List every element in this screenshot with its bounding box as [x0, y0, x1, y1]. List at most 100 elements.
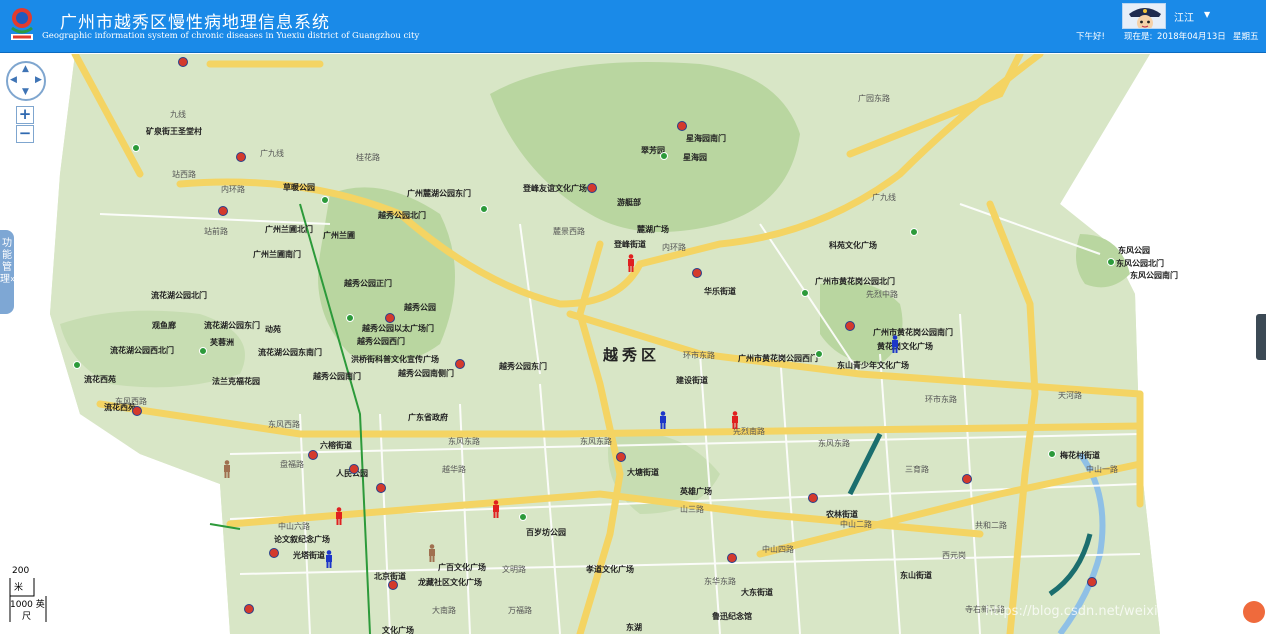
person-icon[interactable] [223, 460, 231, 478]
tree-icon[interactable] [660, 152, 668, 160]
person-icon[interactable] [731, 411, 739, 429]
road-label: 东风东路 [818, 439, 850, 448]
place-label: 越秀公园 [404, 303, 436, 312]
username[interactable]: 江江 [1174, 9, 1194, 24]
place-label: 越秀公园正门 [344, 279, 392, 288]
tree-icon[interactable] [1107, 258, 1115, 266]
person-icon[interactable] [492, 500, 500, 518]
place-label: 登峰友谊文化广场 [523, 184, 587, 193]
person-icon[interactable] [325, 550, 333, 568]
place-label: 东山街道 [900, 571, 932, 580]
police-station-icon[interactable] [808, 493, 818, 503]
place-label: 东风公园南门 [1130, 271, 1178, 280]
police-station-icon[interactable] [132, 406, 142, 416]
police-station-icon[interactable] [244, 604, 254, 614]
tree-icon[interactable] [801, 289, 809, 297]
place-label: 流花湖公园西北门 [110, 346, 174, 355]
police-station-icon[interactable] [376, 483, 386, 493]
person-icon[interactable] [627, 254, 635, 272]
road-label: 三育路 [905, 465, 929, 474]
watermark: https://blog.csdn.net/weixin_44540160 [985, 604, 1239, 619]
police-station-icon[interactable] [218, 206, 228, 216]
police-station-icon[interactable] [727, 553, 737, 563]
road-label: 站西路 [172, 170, 196, 179]
tree-icon[interactable] [910, 228, 918, 236]
scale-bar: 200 米 1000 英 尺 [8, 566, 48, 622]
tree-icon[interactable] [199, 347, 207, 355]
police-station-icon[interactable] [385, 313, 395, 323]
place-label: 东湖 [626, 623, 642, 632]
police-station-icon[interactable] [349, 464, 359, 474]
float-action-button[interactable] [1243, 601, 1265, 623]
person-icon[interactable] [428, 544, 436, 562]
person-icon[interactable] [335, 507, 343, 525]
person-icon[interactable] [891, 335, 899, 353]
place-label: 流花湖公园北门 [151, 291, 207, 300]
place-label: 东山青少年文化广场 [837, 361, 909, 370]
police-station-icon[interactable] [616, 452, 626, 462]
tree-icon[interactable] [480, 205, 488, 213]
road-label: 桂花路 [356, 153, 380, 162]
pan-up-icon[interactable]: ▲ [22, 65, 29, 74]
place-label: 广州麓湖公园东门 [407, 189, 471, 198]
pan-left-icon[interactable]: ◀ [10, 76, 17, 85]
police-station-icon[interactable] [455, 359, 465, 369]
place-label: 广州兰圃南门 [253, 250, 301, 259]
place-label: 越秀公园东门 [499, 362, 547, 371]
road-label: 东风东路 [580, 437, 612, 446]
place-label: 大塘街道 [627, 468, 659, 477]
zoom-in-button[interactable]: + [16, 106, 34, 124]
road-label: 九线 [170, 110, 186, 119]
police-station-icon[interactable] [308, 450, 318, 460]
tree-icon[interactable] [73, 361, 81, 369]
tree-icon[interactable] [1048, 450, 1056, 458]
pan-control[interactable]: ▲ ◀ ▶ ▼ [6, 61, 46, 101]
scale-meters-unit: 米 [14, 583, 24, 593]
police-station-icon[interactable] [388, 580, 398, 590]
police-station-icon[interactable] [178, 57, 188, 67]
road-label: 内环路 [221, 185, 245, 194]
tree-icon[interactable] [321, 196, 329, 204]
place-label: 越秀公园南侧门 [398, 369, 454, 378]
road-label: 中山六路 [278, 522, 310, 531]
pan-right-icon[interactable]: ▶ [35, 76, 42, 85]
place-label: 文化广场 [382, 626, 414, 634]
person-icon[interactable] [659, 411, 667, 429]
tree-icon[interactable] [519, 513, 527, 521]
police-station-icon[interactable] [962, 474, 972, 484]
tree-icon[interactable] [815, 350, 823, 358]
chevron-down-icon[interactable]: ▼ [1204, 10, 1210, 19]
current-date: 2018年04月13日 [1157, 32, 1226, 42]
road-label: 中山四路 [762, 545, 794, 554]
panel-handle[interactable] [1256, 314, 1266, 360]
zoom-out-button[interactable]: − [16, 125, 34, 143]
place-label: 英雄广场 [680, 487, 712, 496]
road-label: 西元岗 [942, 551, 966, 560]
place-label: 广东省政府 [408, 413, 448, 422]
now-label: 现在是: [1124, 32, 1153, 42]
police-station-icon[interactable] [692, 268, 702, 278]
function-menu-tab[interactable]: 功能管理» [0, 230, 16, 314]
road-label: 广园东路 [858, 94, 890, 103]
road-label: 越华路 [442, 465, 466, 474]
police-station-icon[interactable] [269, 548, 279, 558]
place-label: 孝道文化广场 [586, 565, 634, 574]
police-station-icon[interactable] [845, 321, 855, 331]
place-label: 流花湖公园东门 [204, 321, 260, 330]
road-label: 内环路 [662, 243, 686, 252]
place-label: 麓湖广场 [637, 225, 669, 234]
road-label: 山三路 [680, 505, 704, 514]
road-label: 文明路 [502, 565, 526, 574]
map-canvas[interactable]: 越秀区 矿泉街王圣堂村 草暖公园 广州兰圃北门 广州兰圃 越秀公园北门 广州麓湖公园东门登… [0, 54, 1266, 634]
place-label: 龙藏社区文化广场 [418, 578, 482, 587]
tree-icon[interactable] [132, 144, 140, 152]
police-avatar-icon[interactable] [1122, 3, 1166, 29]
police-station-icon[interactable] [1087, 577, 1097, 587]
police-station-icon[interactable] [236, 152, 246, 162]
road-label: 天河路 [1058, 391, 1082, 400]
tree-icon[interactable] [346, 314, 354, 322]
police-station-icon[interactable] [677, 121, 687, 131]
road-label: 共和二路 [975, 521, 1007, 530]
police-station-icon[interactable] [587, 183, 597, 193]
pan-down-icon[interactable]: ▼ [22, 88, 29, 97]
